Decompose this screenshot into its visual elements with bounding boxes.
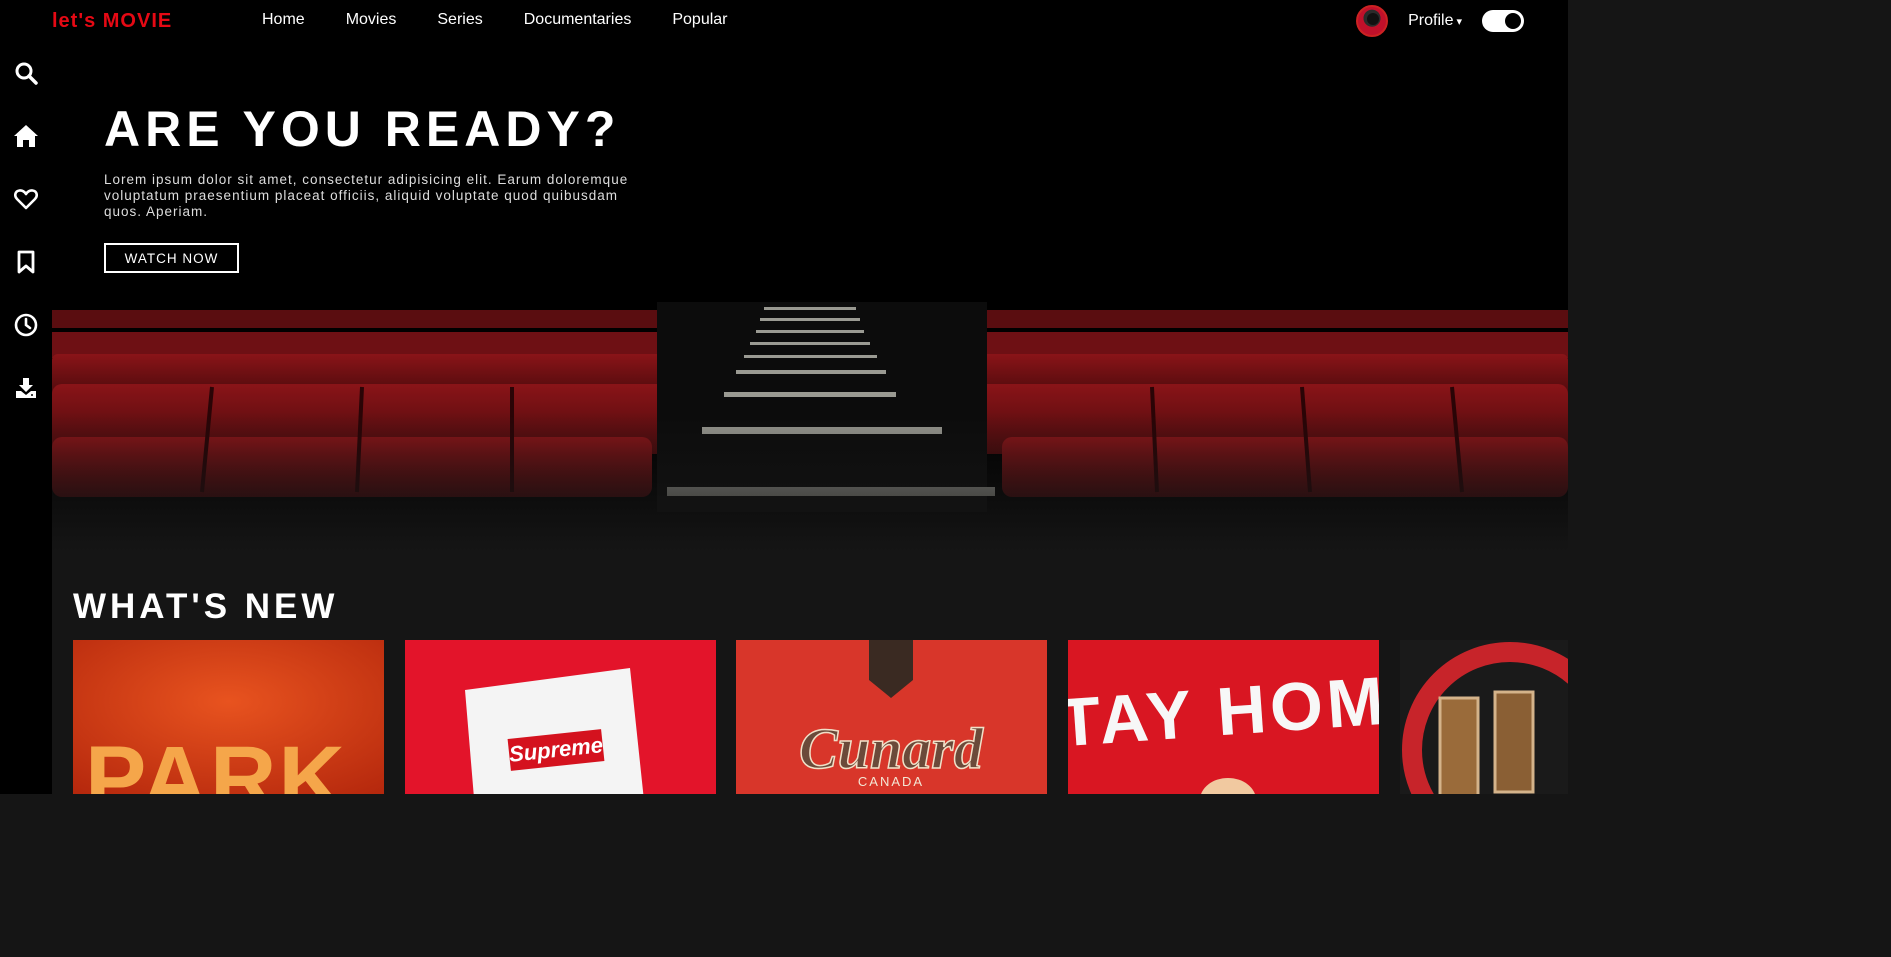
movie-list: PARK Supreme Cunard CANADA STAY HOME [73, 640, 1568, 794]
chevron-down-icon[interactable]: ▾ [1456, 15, 1462, 28]
clock-icon[interactable] [13, 312, 39, 338]
movie-card[interactable] [1400, 640, 1568, 794]
movie-poster: PARK [73, 640, 384, 794]
profile-menu[interactable]: Profile [1408, 12, 1453, 30]
movie-card[interactable]: PARK [73, 640, 384, 794]
poster-text: PARK [85, 728, 347, 794]
avatar[interactable] [1356, 5, 1389, 37]
theme-toggle[interactable] [1482, 10, 1524, 32]
download-icon[interactable] [13, 375, 39, 401]
site-logo[interactable]: let's MOVIE [52, 10, 172, 33]
toggle-knob [1505, 13, 1521, 29]
poster-text: Cunard [799, 716, 984, 781]
nav-popular[interactable]: Popular [672, 11, 727, 29]
hero-fade [52, 412, 1568, 552]
movie-card[interactable]: STAY HOME [1068, 640, 1379, 794]
movie-card[interactable]: Cunard CANADA [736, 640, 1047, 794]
bookmark-icon[interactable] [13, 249, 39, 275]
top-navbar: let's MOVIE Home Movies Series Documenta… [0, 0, 1568, 42]
nav-documentaries[interactable]: Documentaries [524, 11, 632, 29]
nav-home[interactable]: Home [262, 11, 305, 29]
home-icon[interactable] [13, 123, 39, 149]
movie-card[interactable]: Supreme [405, 640, 716, 794]
movie-poster: STAY HOME [1068, 640, 1379, 794]
hero-banner: ARE YOU READY? Lorem ipsum dolor sit ame… [52, 42, 1568, 552]
hero-title: ARE YOU READY? [104, 101, 621, 157]
poster-subtext: CANADA [858, 774, 924, 789]
heart-icon[interactable] [13, 186, 39, 212]
nav-movies[interactable]: Movies [346, 11, 397, 29]
hero-description: Lorem ipsum dolor sit amet, consectetur … [104, 172, 629, 219]
search-icon[interactable] [13, 60, 39, 86]
movie-poster: Cunard CANADA [736, 640, 1047, 794]
movie-poster [1400, 640, 1568, 794]
section-title: WHAT'S NEW [73, 587, 339, 626]
watch-now-button[interactable]: WATCH NOW [104, 243, 239, 273]
profile-area: Profile ▾ [1356, 5, 1524, 37]
movie-poster: Supreme [405, 640, 716, 794]
nav-series[interactable]: Series [437, 11, 482, 29]
sidebar [0, 42, 52, 794]
main-nav: Home Movies Series Documentaries Popular [262, 11, 769, 29]
